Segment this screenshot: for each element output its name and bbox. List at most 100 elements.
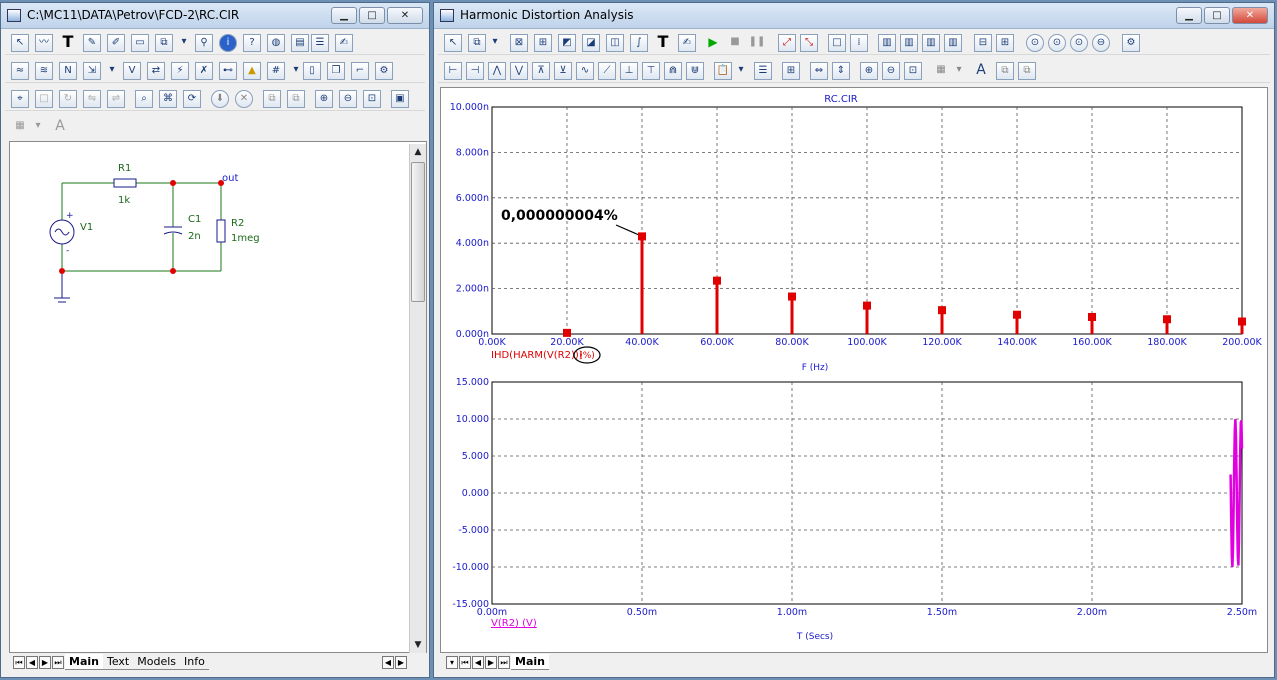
warning-icon[interactable]: ▲ [243, 62, 261, 80]
close-button[interactable]: ✕ [1232, 7, 1268, 24]
analysis-titlebar[interactable]: Harmonic Distortion Analysis ▁ □ ✕ [434, 3, 1274, 29]
harmonic-marker[interactable] [788, 292, 796, 301]
v1-name[interactable]: V1 [80, 222, 93, 233]
grid-v3-icon[interactable]: ▥ [922, 34, 940, 52]
grid-v1-icon[interactable]: ▥ [878, 34, 896, 52]
list-icon[interactable]: ☰ [754, 62, 772, 80]
valley-icon[interactable]: ⋁ [510, 62, 528, 80]
grid-icon[interactable]: # [267, 62, 285, 80]
curve-c-icon[interactable]: ◪ [582, 34, 600, 52]
minimize-button[interactable]: ▁ [331, 7, 357, 24]
attr-a-icon[interactable]: ≈ [11, 62, 29, 80]
next-page-icon[interactable]: ▶ [485, 655, 497, 669]
first-page-icon[interactable]: ⏮ [459, 655, 471, 669]
bottom-icon[interactable]: ⊥ [620, 62, 638, 80]
dropdown-arrow-icon[interactable]: ▾ [446, 655, 458, 669]
annotation-label[interactable]: 0,000000004% [501, 208, 618, 224]
last-page-icon[interactable]: ⏭ [52, 655, 64, 669]
curve-b-icon[interactable]: ◩ [558, 34, 576, 52]
resistor-r1[interactable] [113, 178, 137, 188]
prev-page-icon[interactable]: ◀ [26, 655, 38, 669]
flip-y-icon[interactable]: ⇌ [107, 90, 125, 108]
dropdown-arrow-icon[interactable]: ▾ [103, 62, 121, 80]
cross-icon[interactable]: ⊞ [996, 34, 1014, 52]
scroll-down-arrow[interactable]: ▼ [410, 637, 426, 653]
scale-red-icon[interactable]: ⤢ [778, 34, 796, 52]
harmonic-marker[interactable] [638, 232, 646, 241]
snap-icon[interactable]: ⌐ [351, 62, 369, 80]
brush-icon[interactable]: ✐ [107, 34, 125, 52]
c1-value[interactable]: 2n [188, 231, 201, 242]
text-tool-icon[interactable]: T [654, 34, 672, 52]
copy-icon[interactable]: ⧉ [263, 90, 281, 108]
zoom-in-icon[interactable]: ⊕ [315, 90, 333, 108]
tab-text[interactable]: Text [102, 654, 134, 670]
box-icon[interactable]: □ [35, 90, 53, 108]
stop-icon[interactable]: ■ [726, 34, 744, 52]
series-unit[interactable]: (%) [579, 351, 595, 361]
close-button[interactable]: ✕ [387, 7, 423, 24]
page-icon[interactable]: ▯ [303, 62, 321, 80]
help-icon[interactable]: ? [243, 34, 261, 52]
down-icon[interactable]: ⬇ [211, 90, 229, 108]
zoom-fit-icon[interactable]: ⊡ [363, 90, 381, 108]
curve-d-icon[interactable]: ◫ [606, 34, 624, 52]
r2-name[interactable]: R2 [231, 218, 244, 229]
current-icon[interactable]: ⇄ [147, 62, 165, 80]
zoom-out-icon[interactable]: ⊖ [882, 62, 900, 80]
font-icon[interactable]: A [972, 62, 990, 80]
edit-icon[interactable]: ▤ [291, 34, 309, 52]
grid-v2-icon[interactable]: ▥ [900, 34, 918, 52]
curve-a-icon[interactable]: ⊞ [534, 34, 552, 52]
paste-icon[interactable]: ⧉ [1018, 62, 1036, 80]
zoom-a-icon[interactable]: ⊙ [1026, 34, 1044, 52]
cursor-a-icon[interactable]: ⊢ [444, 62, 462, 80]
text-tool-icon[interactable]: T [59, 34, 77, 52]
zoom-fit-icon[interactable]: ⊡ [904, 62, 922, 80]
fit-v-icon[interactable]: ⇕ [832, 62, 850, 80]
resistor-r2[interactable] [216, 219, 226, 243]
harmonic-marker[interactable] [1163, 315, 1171, 324]
maximize-button[interactable]: □ [1204, 7, 1230, 24]
node-numbers-icon[interactable]: N [59, 62, 77, 80]
scale-red-2-icon[interactable]: ⤡ [800, 34, 818, 52]
node-out-label[interactable]: out [222, 173, 238, 184]
run-icon[interactable]: ▶ [704, 34, 722, 52]
table-icon[interactable]: ☰ [311, 34, 329, 52]
attr-b-icon[interactable]: ≋ [35, 62, 53, 80]
properties-icon[interactable]: ✍ [335, 34, 353, 52]
harmonic-marker[interactable] [1013, 310, 1021, 319]
tab-models[interactable]: Models [133, 654, 180, 670]
zoom-b-icon[interactable]: ⊙ [1048, 34, 1066, 52]
origin-icon[interactable]: ⌖ [11, 90, 29, 108]
pen-icon[interactable]: ✎ [83, 34, 101, 52]
globe-icon[interactable]: ◍ [267, 34, 285, 52]
harmonic-marker[interactable] [713, 276, 721, 285]
stop-circle-icon[interactable]: ✕ [235, 90, 253, 108]
tab-main[interactable]: Main [65, 654, 103, 670]
dropdown-arrow-icon[interactable]: ▾ [732, 62, 750, 80]
voltage-icon[interactable]: V [123, 62, 141, 80]
condition-icon[interactable]: ✗ [195, 62, 213, 80]
tile-icon[interactable]: ▦ [932, 62, 950, 80]
harmonic-marker[interactable] [863, 301, 871, 310]
harmonic-marker[interactable] [1238, 317, 1246, 326]
pin-icon[interactable]: ⊷ [219, 62, 237, 80]
scroll-up-arrow[interactable]: ▲ [410, 144, 426, 160]
move-icon[interactable]: ⇲ [83, 62, 101, 80]
info-icon[interactable]: i [219, 34, 237, 52]
link-icon[interactable]: ⚲ [195, 34, 213, 52]
clipboard-icon[interactable]: 📋 [714, 62, 732, 80]
settings-icon[interactable]: ⚙ [375, 62, 393, 80]
paste-icon[interactable]: ⧉ [287, 90, 305, 108]
select-mode-icon[interactable]: ↖ [11, 34, 29, 52]
high-icon[interactable]: ⊼ [532, 62, 550, 80]
c1-name[interactable]: C1 [188, 214, 201, 225]
zoom-out-icon[interactable]: ⊖ [339, 90, 357, 108]
clone-icon[interactable]: ⧉ [155, 34, 173, 52]
series-label-ihd[interactable]: IHD(HARM(V(R2))) [491, 350, 583, 361]
zoom-d-icon[interactable]: ⊖ [1092, 34, 1110, 52]
zoom-in-icon[interactable]: ⊕ [860, 62, 878, 80]
series-label-vr2[interactable]: V(R2) (V) [491, 618, 537, 629]
component-icon[interactable]: ▭ [131, 34, 149, 52]
